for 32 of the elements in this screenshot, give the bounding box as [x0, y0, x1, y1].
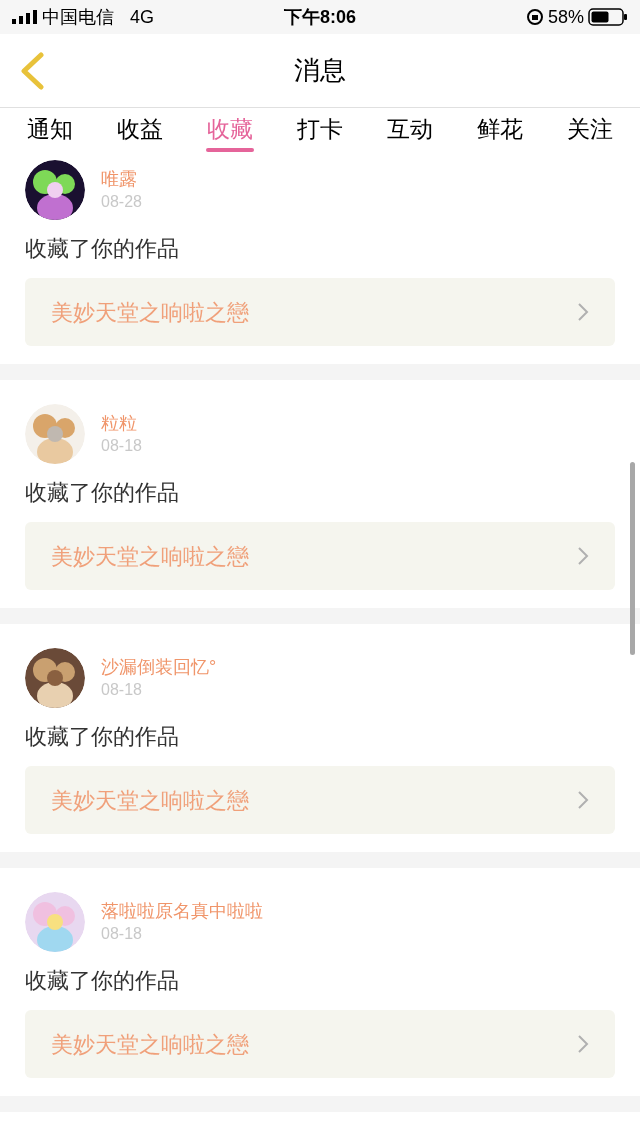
- work-link[interactable]: 美妙天堂之响啦之戀: [25, 278, 615, 346]
- signal-icon: [12, 10, 38, 24]
- chevron-right-icon: [577, 546, 589, 566]
- chevron-right-icon: [577, 302, 589, 322]
- tab[interactable]: 互动: [370, 108, 450, 152]
- battery-icon: [588, 8, 628, 26]
- tab[interactable]: 收益: [100, 108, 180, 152]
- tab[interactable]: 通知: [10, 108, 90, 152]
- clock: 下午8:06: [284, 5, 356, 29]
- tab[interactable]: 关注: [550, 108, 630, 152]
- carrier-name: 中国电信: [42, 5, 114, 29]
- tab[interactable]: 鲜花: [460, 108, 540, 152]
- message-text: 收藏了你的作品: [25, 723, 180, 751]
- user-name[interactable]: 沙漏倒装回忆°: [101, 655, 217, 679]
- chevron-right-icon: [577, 1034, 589, 1054]
- user-name[interactable]: 粒粒: [101, 411, 142, 435]
- message-text: 收藏了你的作品: [25, 967, 180, 995]
- tab[interactable]: 收藏: [190, 108, 270, 152]
- battery-percent: 58%: [547, 5, 584, 29]
- rotation-lock-icon: [525, 8, 544, 26]
- user-name[interactable]: 落啦啦原名真中啦啦: [101, 899, 263, 923]
- page-title: 消息: [294, 54, 346, 87]
- network-type: 4G: [130, 5, 154, 29]
- message-text: 收藏了你的作品: [25, 235, 180, 263]
- work-link[interactable]: 美妙天堂之响啦之戀: [25, 1010, 615, 1078]
- user-name[interactable]: 唯露: [101, 167, 142, 191]
- work-link[interactable]: 美妙天堂之响啦之戀: [25, 766, 615, 834]
- chevron-right-icon: [577, 790, 589, 810]
- back-icon: [19, 52, 45, 90]
- work-link[interactable]: 美妙天堂之响啦之戀: [25, 522, 615, 590]
- tab[interactable]: 打卡: [280, 108, 360, 152]
- message-text: 收藏了你的作品: [25, 479, 180, 507]
